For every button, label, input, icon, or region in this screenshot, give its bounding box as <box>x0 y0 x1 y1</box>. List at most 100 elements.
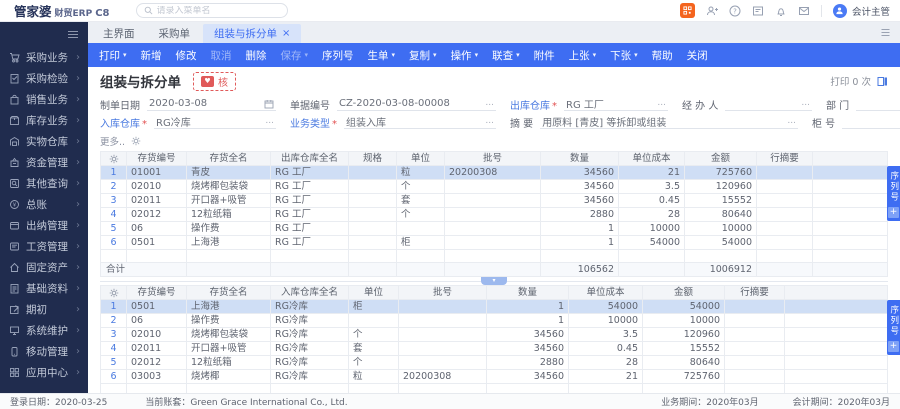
cell-warehouse[interactable]: RG 工厂 <box>270 193 349 208</box>
cell-memo[interactable] <box>756 235 813 250</box>
cell-name[interactable]: 12粒纸箱 <box>186 355 271 370</box>
cell-amount[interactable]: 15552 <box>642 341 725 356</box>
cell-memo[interactable] <box>756 193 813 208</box>
empty-row[interactable] <box>100 249 888 263</box>
cell-cost[interactable]: 3.5 <box>568 327 643 342</box>
table-row[interactable]: 4 02011 开口器+吸管 RG冷库套 34560 0.45 15552 <box>100 341 888 356</box>
cell-cost[interactable]: 0.45 <box>568 341 643 356</box>
toolbar-linked-query-button[interactable]: 联查 ▾ <box>485 43 527 67</box>
cell-name[interactable]: 操作费 <box>186 313 271 328</box>
cell-memo[interactable] <box>724 355 785 370</box>
notification-bell-icon[interactable] <box>775 5 787 17</box>
cell-code[interactable]: 0501 <box>126 235 187 250</box>
cell-warehouse[interactable]: RG冷库 <box>270 369 349 384</box>
empty-row[interactable] <box>100 383 888 393</box>
cell-amount[interactable]: 10000 <box>684 221 757 236</box>
field-in-warehouse[interactable]: 入库仓库 RG冷库... <box>100 115 276 130</box>
cell-name[interactable]: 烧烤椰 <box>186 369 271 384</box>
column-settings-gear-icon[interactable] <box>100 151 127 166</box>
row-number[interactable]: 2 <box>100 313 127 328</box>
toolbar-edit-button[interactable]: 修改 <box>169 43 204 67</box>
cell-unit[interactable]: 柜 <box>348 299 399 314</box>
cell-unit[interactable] <box>396 221 445 236</box>
cell-unit[interactable]: 个 <box>348 355 399 370</box>
cell-unit[interactable]: 柜 <box>396 235 445 250</box>
tab-list-icon[interactable] <box>880 27 891 38</box>
row-number[interactable]: 3 <box>100 327 127 342</box>
table-row[interactable]: 2 06 操作费 RG冷库 1 10000 10000 <box>100 313 888 328</box>
toolbar-close-button[interactable]: 关闭 <box>680 43 715 67</box>
cell-memo[interactable] <box>756 179 813 194</box>
cell-memo[interactable] <box>724 299 785 314</box>
cell-name[interactable]: 操作费 <box>186 221 271 236</box>
cell-spec[interactable] <box>348 207 397 222</box>
grid-splitter[interactable]: ▾ <box>100 277 888 285</box>
tab-purchase-order[interactable]: 采购单 <box>148 24 202 43</box>
sidebar-item-mobile[interactable]: 移动管理 › <box>0 341 88 362</box>
page-settings-icon[interactable] <box>877 76 888 87</box>
field-summary[interactable]: 摘 要 用原料 [青皮] 等拆卸或组装... <box>510 115 798 130</box>
cell-warehouse[interactable]: RG冷库 <box>270 341 349 356</box>
cell-warehouse[interactable]: RG冷库 <box>270 355 349 370</box>
sidebar-item-system-maintenance[interactable]: 系统维护 › <box>0 320 88 341</box>
cell-warehouse[interactable]: RG 工厂 <box>270 221 349 236</box>
sidebar-item-general-ledger[interactable]: ¥ 总账 › <box>0 194 88 215</box>
toolbar-next-button[interactable]: 下张 ▾ <box>603 43 645 67</box>
cell-batch[interactable]: 20200308 <box>398 369 487 384</box>
toolbar-delete-button[interactable]: 删除 <box>239 43 274 67</box>
toolbar-operation-button[interactable]: 操作 ▾ <box>444 43 486 67</box>
cell-name[interactable]: 开口器+吸管 <box>186 341 271 356</box>
cell-code[interactable]: 02012 <box>126 207 187 222</box>
cell-memo[interactable] <box>724 313 785 328</box>
row-number[interactable]: 4 <box>100 207 127 222</box>
cell-batch[interactable] <box>444 235 541 250</box>
cell-memo[interactable] <box>756 207 813 222</box>
cell-qty[interactable]: 2880 <box>540 207 619 222</box>
cell-unit[interactable]: 个 <box>396 207 445 222</box>
search-input[interactable] <box>156 5 280 16</box>
add-icon[interactable]: + <box>888 206 899 218</box>
row-number[interactable]: 6 <box>100 235 127 250</box>
table-row[interactable]: 1 0501 上海港 RG冷库柜 1 54000 54000 <box>100 299 888 314</box>
cell-warehouse[interactable]: RG冷库 <box>270 299 349 314</box>
cell-amount[interactable]: 725760 <box>684 165 757 180</box>
row-number[interactable]: 1 <box>100 165 127 180</box>
sidebar-item-purchase[interactable]: 采购业务 › <box>0 47 88 68</box>
sidebar-item-physical-warehouse[interactable]: 实物仓库 › <box>0 131 88 152</box>
cell-code[interactable]: 06 <box>126 313 187 328</box>
cell-code[interactable]: 01001 <box>126 165 187 180</box>
cell-code[interactable]: 03003 <box>126 369 187 384</box>
table-row[interactable]: 6 03003 烧烤椰 RG冷库粒 20200308 34560 21 725760 <box>100 369 888 384</box>
cell-memo[interactable] <box>756 221 813 236</box>
cell-memo[interactable] <box>724 341 785 356</box>
cell-batch[interactable] <box>398 341 487 356</box>
cell-spec[interactable] <box>348 235 397 250</box>
cell-batch[interactable] <box>444 179 541 194</box>
row-number[interactable]: 4 <box>100 341 127 356</box>
table-row[interactable]: 3 02011 开口器+吸管 RG 工厂 套 34560 0.45 15552 <box>100 193 888 208</box>
cell-memo[interactable] <box>724 369 785 384</box>
cell-amount[interactable]: 15552 <box>684 193 757 208</box>
sidebar-item-inventory[interactable]: 库存业务 › <box>0 110 88 131</box>
row-number[interactable]: 6 <box>100 369 127 384</box>
toolbar-new-button[interactable]: 新增 <box>134 43 169 67</box>
cell-warehouse[interactable]: RG冷库 <box>270 313 349 328</box>
cell-unit[interactable]: 粒 <box>348 369 399 384</box>
sidebar-item-funds[interactable]: 资金管理 › <box>0 152 88 173</box>
sidebar-item-other-query[interactable]: 其他查询 › <box>0 173 88 194</box>
cell-batch[interactable] <box>444 221 541 236</box>
tab-main-screen[interactable]: 主界面 <box>92 24 146 43</box>
tab-assembly-split[interactable]: 组装与拆分单 × <box>203 24 302 43</box>
collapse-handle-icon[interactable]: ▾ <box>481 277 507 285</box>
cell-amount[interactable]: 54000 <box>684 235 757 250</box>
cell-warehouse[interactable]: RG 工厂 <box>270 235 349 250</box>
cell-qty[interactable]: 1 <box>486 313 569 328</box>
calendar-icon[interactable] <box>264 99 274 109</box>
cell-cost[interactable]: 3.5 <box>618 179 685 194</box>
cell-qty[interactable]: 34560 <box>486 327 569 342</box>
cell-cost[interactable]: 0.45 <box>618 193 685 208</box>
table-row[interactable]: 5 06 操作费 RG 工厂 1 10000 10000 <box>100 221 888 236</box>
sidebar-item-payroll[interactable]: 工资管理 › <box>0 236 88 257</box>
cell-cost[interactable]: 28 <box>568 355 643 370</box>
cell-spec[interactable] <box>348 165 397 180</box>
